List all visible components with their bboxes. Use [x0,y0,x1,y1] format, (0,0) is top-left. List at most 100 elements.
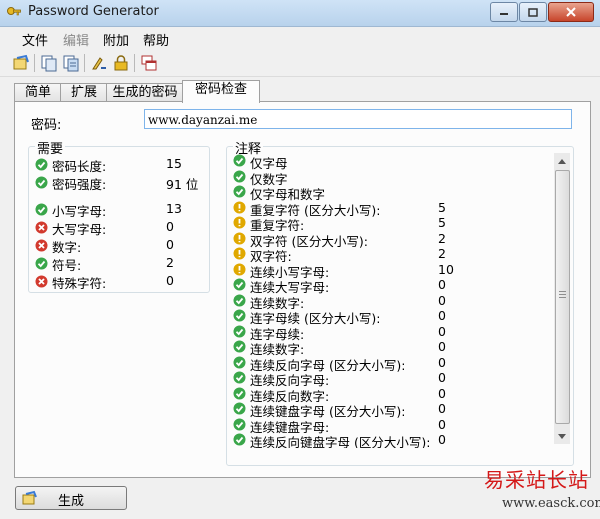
requirement-row: 密码强度: 91 位 [35,174,210,192]
check-icon [233,154,246,167]
error-icon [35,221,48,234]
windows-icon[interactable] [140,54,158,72]
menu-file[interactable]: 文件 [22,30,48,49]
note-row: 重复字符: 5 [231,215,546,233]
requirement-row: 符号: 2 [35,255,210,273]
requirement-row: 数字: 0 [35,237,210,255]
check-icon [233,418,246,430]
menu-extras[interactable]: 附加 [103,30,129,49]
maximize-button[interactable] [519,2,547,22]
check-icon [233,309,246,322]
scroll-up-button[interactable] [554,153,570,169]
generate-icon [22,490,37,505]
warning-icon [233,201,246,213]
close-button[interactable] [548,2,594,22]
note-value: 5 [438,215,446,230]
generate-button[interactable]: 生成 [15,486,127,510]
note-row: 连续反向字母: 0 [231,370,546,388]
menu-bar: 文件 编辑 附加 帮助 [0,27,600,49]
check-icon [233,356,246,368]
password-input[interactable]: www.dayanzai.me [144,109,572,129]
note-row: 仅数字 [231,169,546,187]
requirement-label: 符号: [52,258,82,273]
requirement-row: 小写字母: 13 [35,201,210,219]
note-row: 连字母续: 0 [231,323,546,342]
minimize-button[interactable] [490,2,518,22]
note-row: 连续大写字母: 0 [231,277,546,295]
check-icon [233,294,246,306]
requirement-label: 大写字母: [52,222,107,237]
toolbar-separator [34,54,35,72]
clear-icon[interactable] [90,54,108,72]
requirement-value: 0 [166,237,174,252]
note-row: 双字符 (区分大小写): 2 [231,230,546,249]
note-value: 0 [438,323,446,339]
notes-list[interactable]: 仅字母 仅数字 仅字母和数字 重复字符 (区分大小写): 5 重复字符: 5 双字符 (区分大… [231,153,546,448]
note-row: 连字母续 (区分大小写): 0 [231,308,546,326]
note-row: 连续键盘字母: 0 [231,416,546,435]
note-value: 10 [438,261,454,277]
notes-scrollbar[interactable] [554,153,570,444]
note-row: 仅字母和数字 [231,184,546,202]
chevron-down-icon [558,433,566,439]
requirement-label: 数字: [52,240,82,255]
check-icon [233,433,246,446]
warning-icon [233,232,246,244]
check-icon [233,402,246,415]
notes-group: 注释 仅字母 仅数字 仅字母和数字 重复字符 (区分大小写): 5 重复字符: 5 双字符 (… [226,138,574,466]
tab-password-check[interactable]: 密码检查 [182,80,260,103]
title-bar[interactable]: Password Generator [0,0,600,27]
warning-icon [233,263,246,275]
watermark-url: www.easck.com [502,496,600,511]
note-value: 0 [438,292,446,308]
lock-icon[interactable] [112,54,130,72]
requirement-row: 密码长度: 15 [35,156,210,174]
note-value: 0 [438,416,446,432]
tab-generated-passwords[interactable]: 生成的密码 [106,83,184,102]
generate-button-label: 生成 [58,494,85,509]
menu-edit[interactable]: 编辑 [63,30,89,49]
warning-icon [233,216,246,229]
requirement-label: 特殊字符: [52,276,107,291]
password-label: 密码: [31,118,62,133]
check-icon [35,257,48,270]
toolbar-separator [84,54,85,72]
note-row: 连续数字: 0 [231,339,546,357]
note-row: 连续反向字母 (区分大小写): 0 [231,354,546,373]
note-value: 0 [438,354,446,370]
note-value: 5 [438,199,446,215]
copy-icon[interactable] [40,54,58,72]
password-check-panel: 密码: www.dayanzai.me 需要 密码长度: 15 密码强度: 91 位小… [14,101,591,478]
error-icon [35,239,48,252]
scroll-thumb[interactable] [555,170,570,424]
scroll-down-button[interactable] [554,428,570,444]
check-icon [233,170,246,182]
check-icon [233,278,246,291]
tab-extended[interactable]: 扩展 [60,83,108,102]
tab-simple[interactable]: 简单 [14,83,62,102]
note-row: 连续数字: 0 [231,292,546,311]
requirements-title: 需要 [35,138,66,157]
note-value: 0 [438,339,446,354]
requirement-label: 密码强度: [52,177,107,192]
copy-all-icon[interactable] [62,54,80,72]
minimize-icon [500,13,508,15]
note-row: 连续反向数字: 0 [231,385,546,404]
note-row: 连续反向键盘字母 (区分大小写): 0 [231,432,546,448]
scroll-grip [559,291,566,299]
maximize-icon [528,7,538,17]
note-value: 0 [438,370,446,385]
check-icon [233,371,246,384]
toolbar [0,50,600,77]
note-value: 0 [438,385,446,401]
close-icon [566,7,576,17]
check-icon [35,158,48,171]
requirement-value: 91 位 [166,177,199,192]
generate-icon[interactable] [12,54,30,72]
window-title: Password Generator [28,4,159,19]
note-row: 连续键盘字母 (区分大小写): 0 [231,401,546,419]
requirement-row: 大写字母: 0 [35,219,210,237]
note-value: 0 [438,432,446,447]
menu-help[interactable]: 帮助 [143,30,169,49]
note-value: 2 [438,230,446,246]
